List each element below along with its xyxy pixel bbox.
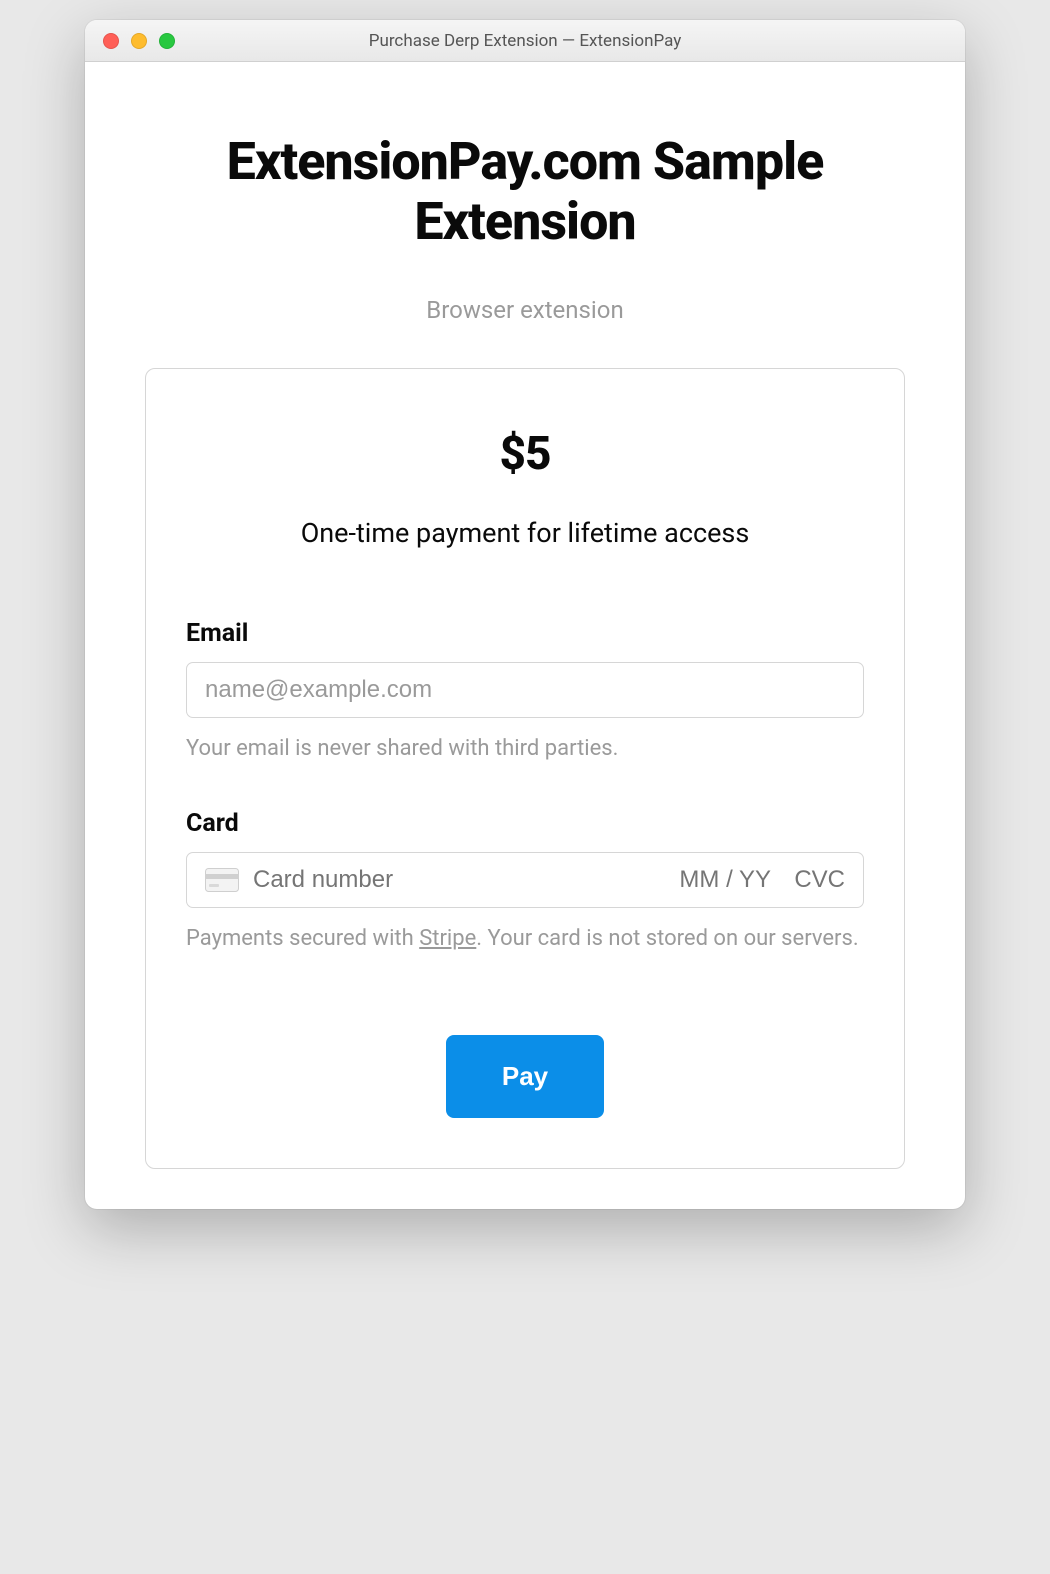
pay-button[interactable]: Pay [446, 1035, 604, 1118]
card-expiry-input[interactable] [661, 866, 771, 894]
card-helper-prefix: Payments secured with [186, 926, 419, 951]
card-input-wrap[interactable] [186, 852, 864, 908]
submit-row: Pay [186, 1035, 864, 1118]
page-title: ExtensionPay.com Sample Extension [145, 132, 905, 252]
close-icon[interactable] [103, 33, 119, 49]
email-input[interactable] [186, 662, 864, 718]
card-number-input[interactable] [253, 866, 647, 894]
page-subtitle: Browser extension [145, 296, 905, 324]
email-label: Email [186, 619, 864, 648]
price-description: One-time payment for lifetime access [186, 517, 864, 549]
window-controls [85, 33, 175, 49]
credit-card-icon [205, 868, 239, 892]
card-helper-suffix: . Your card is not stored on our servers… [476, 926, 858, 951]
app-window: Purchase Derp Extension — ExtensionPay E… [85, 20, 965, 1209]
card-label: Card [186, 809, 864, 838]
email-field-group: Email Your email is never shared with th… [186, 619, 864, 765]
titlebar: Purchase Derp Extension — ExtensionPay [85, 20, 965, 62]
minimize-icon[interactable] [131, 33, 147, 49]
maximize-icon[interactable] [159, 33, 175, 49]
card-cvc-input[interactable] [785, 866, 845, 894]
price-amount: $5 [186, 427, 864, 481]
card-helper: Payments secured with Stripe. Your card … [186, 922, 864, 955]
content-area: ExtensionPay.com Sample Extension Browse… [85, 62, 965, 1209]
card-field-group: Card Payments secured with Stripe. Your … [186, 809, 864, 955]
payment-panel: $5 One-time payment for lifetime access … [145, 368, 905, 1169]
window-title: Purchase Derp Extension — ExtensionPay [85, 31, 965, 51]
stripe-link[interactable]: Stripe [419, 926, 476, 951]
email-helper: Your email is never shared with third pa… [186, 732, 864, 765]
